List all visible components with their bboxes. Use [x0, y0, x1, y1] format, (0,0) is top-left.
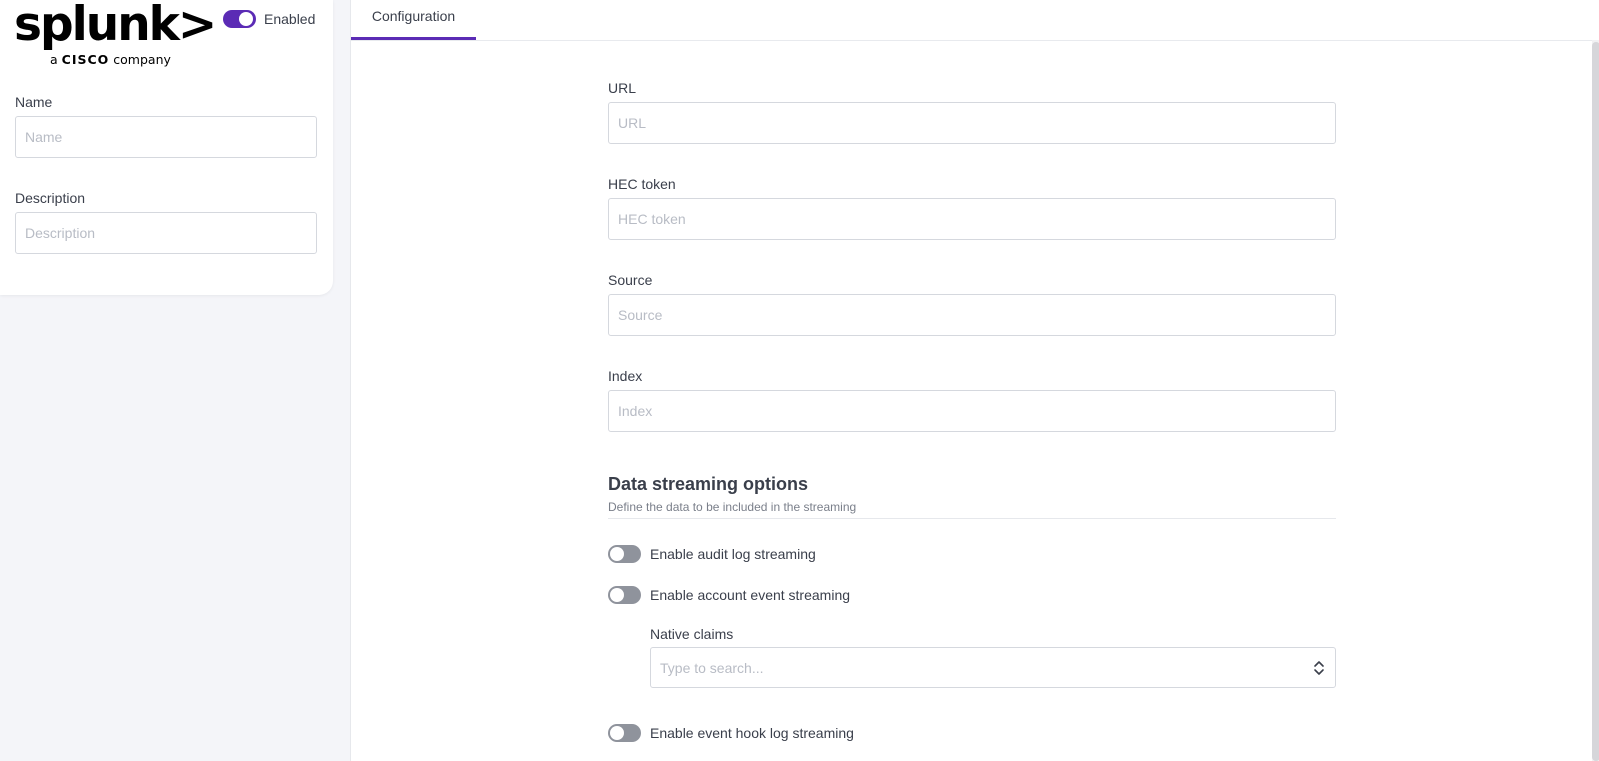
- hec-token-label: HEC token: [608, 176, 676, 192]
- main-panel: Configuration URL HEC token Source Index…: [350, 0, 1599, 761]
- tab-configuration[interactable]: Configuration: [351, 0, 476, 40]
- source-input[interactable]: [608, 294, 1336, 336]
- native-claims-placeholder: Type to search...: [660, 660, 764, 676]
- audit-log-label: Enable audit log streaming: [650, 546, 816, 562]
- chevron-updown-icon: [1314, 661, 1324, 675]
- audit-log-switch[interactable]: [608, 545, 641, 563]
- section-divider: [608, 518, 1336, 519]
- hec-token-input[interactable]: [608, 198, 1336, 240]
- source-label: Source: [608, 272, 653, 288]
- scrollbar-thumb[interactable]: [1592, 42, 1599, 761]
- streaming-section-title: Data streaming options: [608, 474, 809, 494]
- logo-tagline-suffix: company: [113, 52, 171, 67]
- name-input[interactable]: [15, 116, 317, 158]
- sidebar-card: splunk> a CISCO company Enabled Name Des…: [0, 0, 333, 295]
- name-label: Name: [15, 94, 53, 110]
- enabled-toggle[interactable]: [223, 10, 256, 28]
- event-hook-switch[interactable]: [608, 724, 641, 742]
- streaming-section-subtitle: Define the data to be included in the st…: [608, 500, 857, 514]
- splunk-logo: splunk> a CISCO company: [14, 0, 217, 70]
- switch-knob: [610, 726, 624, 740]
- toggle-knob: [239, 12, 253, 26]
- logo-tagline-brand: CISCO: [61, 52, 110, 67]
- description-label: Description: [15, 190, 86, 206]
- event-hook-label: Enable event hook log streaming: [650, 725, 854, 741]
- logo-wordmark: splunk>: [14, 0, 217, 52]
- switch-knob: [610, 588, 624, 602]
- native-claims-label: Native claims: [650, 626, 734, 642]
- enabled-label: Enabled: [264, 11, 316, 27]
- logo-tagline-prefix: a: [50, 52, 58, 67]
- tab-bar: Configuration: [351, 0, 1599, 41]
- index-label: Index: [608, 368, 643, 384]
- switch-knob: [610, 547, 624, 561]
- url-input[interactable]: [608, 102, 1336, 144]
- index-input[interactable]: [608, 390, 1336, 432]
- url-label: URL: [608, 80, 637, 96]
- account-event-switch[interactable]: [608, 586, 641, 604]
- description-input[interactable]: [15, 212, 317, 254]
- logo-tagline: a CISCO company: [50, 52, 171, 67]
- native-claims-select[interactable]: Type to search...: [650, 647, 1336, 688]
- account-event-label: Enable account event streaming: [650, 587, 851, 603]
